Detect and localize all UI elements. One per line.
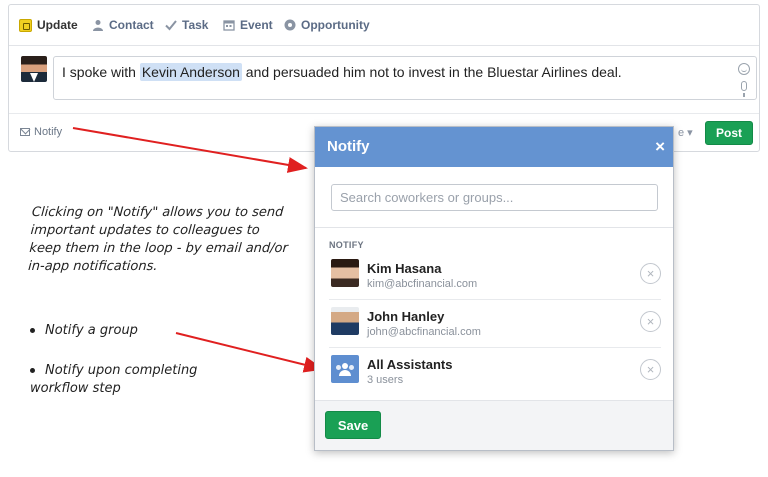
dialog-title: Notify (327, 138, 370, 155)
dialog-header: Notify × (315, 127, 673, 167)
target-icon (284, 19, 296, 31)
note-icon (19, 18, 32, 32)
notify-section-label: NOTIFY (329, 240, 364, 250)
publisher-tabs: Update Contact Task Event Opportunity (9, 5, 759, 45)
recipient-name: John Hanley (367, 309, 445, 324)
recipient-name: All Assistants (367, 357, 453, 372)
recipient-email: kim@abcfinancial.com (367, 278, 478, 290)
remove-icon[interactable]: × (640, 263, 661, 284)
tab-opportunity[interactable]: Opportunity (284, 18, 370, 32)
bullet-1-text: Notify a group (45, 323, 138, 338)
notify-dialog: Notify × NOTIFY Kim Hasana kim@abcfinanc… (314, 126, 674, 451)
bullet-2-line-2: workflow step (30, 381, 121, 396)
close-icon[interactable]: × (655, 138, 665, 155)
annotation-bullet-group: Notify a group (30, 322, 138, 340)
annotation-bullet-workflow: Notify upon completing workflow step (30, 362, 230, 398)
post-text-after: and persuaded him not to invest in the B… (241, 64, 622, 80)
recipient-row: Kim Hasana kim@abcfinancial.com × (329, 251, 661, 299)
tab-update[interactable]: Update (19, 18, 78, 32)
visibility-dropdown[interactable]: e ▾ (678, 126, 693, 139)
recipient-email: john@abcfinancial.com (367, 326, 481, 338)
post-text-input[interactable]: I spoke with Kevin Anderson and persuade… (53, 56, 757, 100)
post-button[interactable]: Post (705, 121, 753, 145)
tab-event[interactable]: Event (223, 18, 273, 32)
dialog-divider (315, 227, 673, 228)
tab-opportunity-label: Opportunity (301, 18, 370, 32)
calendar-icon (223, 20, 235, 31)
recipient-count: 3 users (367, 374, 404, 386)
search-coworkers-input[interactable] (331, 184, 658, 211)
group-avatar (331, 355, 359, 383)
person-icon (93, 20, 103, 31)
notify-link-label: Notify (34, 126, 63, 138)
check-icon (165, 20, 177, 31)
mention-chip[interactable]: Kevin Anderson (139, 63, 242, 81)
tab-contact-label: Contact (109, 18, 154, 32)
visibility-dropdown-label: e (678, 127, 685, 139)
recipient-row: John Hanley john@abcfinancial.com × (329, 299, 661, 347)
group-icon (336, 363, 354, 376)
save-button[interactable]: Save (325, 411, 381, 439)
avatar (331, 307, 359, 335)
annotation-text: Clicking on "Notify" allows you to send … (27, 205, 289, 274)
notify-link[interactable]: Notify (20, 126, 62, 138)
post-text-before: I spoke with (62, 64, 140, 80)
remove-icon[interactable]: × (640, 311, 661, 332)
microphone-icon[interactable] (741, 81, 747, 97)
tab-contact[interactable]: Contact (92, 18, 154, 32)
recipient-name: Kim Hasana (367, 261, 442, 276)
user-avatar (21, 56, 47, 82)
tab-event-label: Event (240, 18, 273, 32)
bullet-dot (30, 328, 35, 333)
bullet-dot (30, 368, 35, 373)
tabs-divider (9, 45, 759, 46)
composer-divider (9, 113, 759, 114)
envelope-icon (20, 128, 30, 136)
remove-icon[interactable]: × (640, 359, 661, 380)
dialog-footer: Save (315, 400, 673, 450)
tab-task[interactable]: Task (165, 18, 208, 32)
emoji-icon[interactable] (738, 63, 750, 75)
recipient-row: All Assistants 3 users × (329, 347, 661, 395)
tab-update-label: Update (37, 18, 78, 32)
avatar (331, 259, 359, 287)
tab-task-label: Task (182, 18, 209, 32)
bullet-2-line-1: Notify upon completing (45, 363, 198, 378)
